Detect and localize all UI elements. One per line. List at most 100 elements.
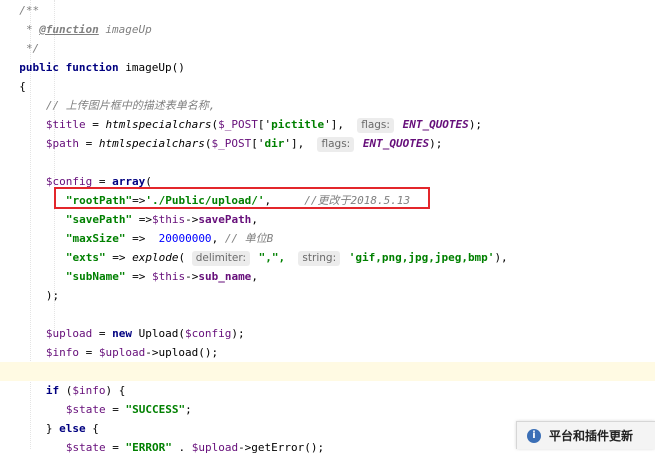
code-token: "subName" xyxy=(65,270,126,283)
code-token: [' xyxy=(251,137,265,150)
code-token: $this xyxy=(151,270,186,283)
code-token: htmlspecialchars xyxy=(105,118,212,131)
code-token: => xyxy=(125,270,152,283)
code-token: dir xyxy=(264,137,285,150)
code-token: = xyxy=(92,327,113,340)
code-line[interactable]: /** xyxy=(19,1,39,20)
code-line[interactable]: $path = htmlspecialchars($_POST['dir'], … xyxy=(46,134,442,153)
code-line[interactable]: */ xyxy=(26,39,39,58)
code-token: "maxSize" xyxy=(65,232,126,245)
code-line[interactable]: public function imageUp() xyxy=(19,58,185,77)
code-token: => xyxy=(132,213,152,226)
code-token: $_POST xyxy=(218,118,258,131)
code-token: ); xyxy=(429,137,443,150)
parameter-hint: string: xyxy=(298,251,341,266)
code-token: $config xyxy=(184,327,232,340)
code-line[interactable]: "exts" => explode( delimiter: ",", strin… xyxy=(66,248,508,267)
code-line[interactable]: $info = $upload->upload(); xyxy=(46,343,218,362)
code-line[interactable]: * @function imageUp xyxy=(26,20,152,39)
code-line[interactable]: "maxSize" => 20000000, // 单位B xyxy=(66,229,273,248)
code-token: { xyxy=(92,422,99,435)
code-token: $upload xyxy=(98,346,146,359)
code-token: // 上传图片框中的描述表单名称, xyxy=(45,99,216,112)
indent-guide xyxy=(54,0,55,330)
code-line[interactable]: $state = "ERROR" . $upload->getError(); xyxy=(66,438,324,457)
parameter-hint: flags: xyxy=(317,137,355,152)
code-token: ) { xyxy=(105,384,126,397)
code-line[interactable]: } else { xyxy=(46,419,99,438)
code-token: => xyxy=(125,232,159,245)
code-token: ; xyxy=(185,403,192,416)
code-token: "exts" xyxy=(65,251,106,264)
code-token: ); xyxy=(231,327,245,340)
notification-text: 平台和插件更新 xyxy=(549,429,634,443)
code-token: ); xyxy=(45,289,60,302)
code-token: pictitle xyxy=(271,118,325,131)
code-token: $state xyxy=(65,441,106,454)
code-token: ENT_QUOTES xyxy=(356,137,430,150)
code-token: "ERROR" xyxy=(125,441,172,454)
code-line[interactable]: $upload = new Upload($config); xyxy=(46,324,245,343)
code-token: = xyxy=(79,137,99,150)
code-line[interactable]: $title = htmlspecialchars($_POST['pictit… xyxy=(46,115,482,134)
code-token: $info xyxy=(72,384,106,397)
code-line[interactable]: "savePath" =>$this->savePath, xyxy=(66,210,258,229)
code-token: ), xyxy=(494,251,508,264)
info-icon: i xyxy=(527,429,541,443)
code-token: public function xyxy=(19,61,126,74)
code-token: ENT_QUOTES xyxy=(395,118,469,131)
current-line-highlight xyxy=(0,362,655,381)
code-line[interactable]: if ($info) { xyxy=(46,381,126,400)
code-token: htmlspecialchars xyxy=(98,137,205,150)
code-token: -> xyxy=(185,270,199,283)
code-token: 20000000 xyxy=(158,232,212,245)
code-token: // 单位B xyxy=(224,232,274,245)
code-token: $upload xyxy=(191,441,239,454)
code-token: $title xyxy=(45,118,86,131)
code-token: $_POST xyxy=(211,137,252,150)
code-token: * xyxy=(25,23,40,36)
code-token: } xyxy=(45,422,60,435)
code-token: new xyxy=(112,327,139,340)
code-token: '], xyxy=(324,118,358,131)
code-line[interactable]: "subName" => $this->sub_name, xyxy=(66,267,258,286)
code-token: 'gif,png,jpg,jpeg,bmp' xyxy=(342,251,495,264)
code-token: = xyxy=(79,346,99,359)
code-line[interactable]: ); xyxy=(46,286,59,305)
code-token: = xyxy=(105,403,126,416)
parameter-hint: delimiter: xyxy=(191,251,251,266)
code-token: ",", xyxy=(252,251,299,264)
code-line[interactable]: // 上传图片框中的描述表单名称, xyxy=(46,96,216,115)
code-token: imageUp() xyxy=(125,61,185,74)
update-notification[interactable]: i 平台和插件更新 xyxy=(516,421,655,449)
code-token: ( xyxy=(178,251,192,264)
code-token: else xyxy=(59,422,93,435)
code-token: . xyxy=(171,441,192,454)
code-token: */ xyxy=(25,42,40,55)
code-token: => xyxy=(105,251,133,264)
code-token: , xyxy=(211,232,225,245)
code-token: , xyxy=(251,270,258,283)
code-token: sub_name xyxy=(198,270,252,283)
code-token: explode xyxy=(132,251,179,264)
code-token: -> xyxy=(185,213,199,226)
code-token: savePath xyxy=(198,213,252,226)
code-line[interactable]: $state = "SUCCESS"; xyxy=(66,400,192,419)
code-token: $upload xyxy=(45,327,93,340)
code-token: Upload( xyxy=(138,327,185,340)
code-editor[interactable]: /** * @function imageUp */ public function … xyxy=(0,0,655,454)
code-token: = xyxy=(105,441,126,454)
code-token: { xyxy=(19,80,26,93)
code-token: $path xyxy=(45,137,80,150)
code-line[interactable]: { xyxy=(19,77,26,96)
code-token: $this xyxy=(151,213,186,226)
code-token: '], xyxy=(284,137,318,150)
code-token: "savePath" xyxy=(65,213,133,226)
code-token: $info xyxy=(45,346,80,359)
annotation-highlight-box xyxy=(54,187,430,209)
code-token: [' xyxy=(257,118,272,131)
code-token: ->upload(); xyxy=(145,346,219,359)
code-token: imageUp xyxy=(98,23,152,36)
code-token: $state xyxy=(65,403,106,416)
code-token: /** xyxy=(19,4,40,17)
